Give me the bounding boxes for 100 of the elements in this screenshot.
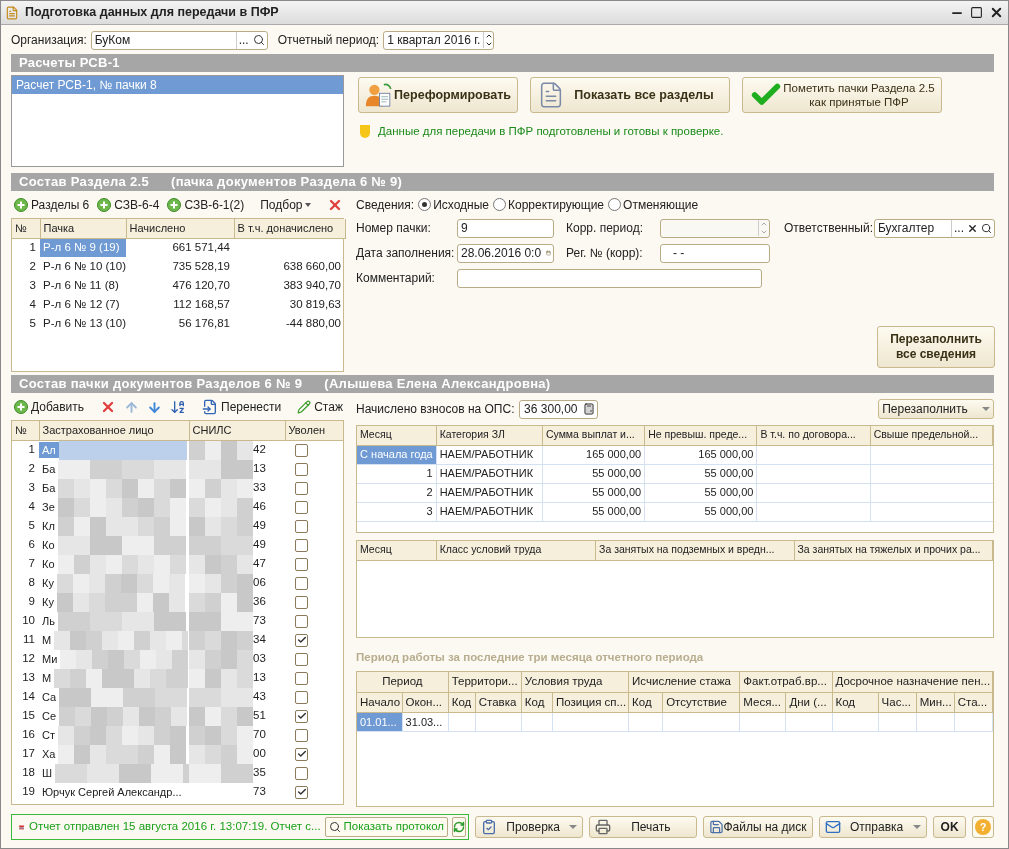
checkbox[interactable] (295, 633, 308, 647)
checkbox[interactable] (295, 557, 308, 571)
table-row[interactable]: 5 Р-л 6 № 13 (10) 56 176,81 -44 880,00 (12, 314, 345, 333)
table-row[interactable]: 7 Ко 47 (12, 554, 343, 574)
column-header[interactable]: За занятых на подземных и вредн... (595, 541, 794, 560)
spin-icon[interactable] (483, 32, 494, 48)
checkbox[interactable] (295, 538, 308, 552)
table-row[interactable]: 3 НАЕМ/РАБОТНИК 55 000,00 55 000,00 (357, 502, 993, 521)
text-field[interactable] (457, 268, 762, 288)
column-header[interactable]: Категория ЗЛ (436, 426, 543, 445)
table-row[interactable]: 3 Р-л 6 № 11 (8) 476 120,70 383 940,70 (12, 276, 345, 295)
table-row[interactable]: 3 Ба 33 (12, 478, 343, 498)
refill-all-button[interactable]: Перезаполнить все сведения (877, 326, 995, 368)
refresh-button[interactable] (452, 817, 466, 837)
checkbox[interactable] (295, 595, 308, 609)
table-row[interactable]: 10 Ль 73 (12, 611, 343, 631)
toolbar-button[interactable]: Добавить (11, 397, 88, 417)
table-row[interactable]: 2 НАЕМ/РАБОТНИК 55 000,00 55 000,00 (357, 483, 993, 502)
checkbox[interactable] (295, 747, 308, 761)
table-row[interactable]: 16 Ст 70 (12, 725, 343, 745)
action-button[interactable]: Пометить пачки Раздела 2.5 как принятые ПФР (742, 77, 942, 113)
radio-option[interactable]: Отменяющие (608, 195, 699, 214)
checkbox[interactable] (295, 728, 308, 742)
radio-button[interactable] (418, 198, 432, 211)
column-header[interactable]: № (12, 219, 40, 238)
table-row[interactable]: 17 Ха 00 (12, 744, 343, 764)
maximize-icon[interactable] (970, 6, 983, 19)
table-row[interactable]: 19 Юрчук Сергей Александр... 73 (12, 782, 343, 802)
responsible-field[interactable]: Бухгалтер ... (874, 218, 995, 238)
column-header[interactable]: В т.ч. по договора... (756, 426, 871, 445)
toolbar-button[interactable]: Перенести (199, 397, 285, 417)
column-header[interactable]: Свыше предельной... (870, 426, 993, 445)
radio-button[interactable] (493, 198, 506, 211)
text-field[interactable] (660, 218, 770, 238)
column-header[interactable]: Досрочное назначение пен... (832, 672, 993, 693)
column-header[interactable]: Месяц (357, 541, 437, 560)
column-header[interactable]: Не превыш. преде... (644, 426, 757, 445)
text-field[interactable]: 9 (457, 218, 554, 238)
ok-button[interactable]: OK (932, 816, 967, 838)
checkbox[interactable] (295, 785, 308, 799)
table-row[interactable]: 12 Ми 03 (12, 649, 343, 669)
table-row[interactable]: 1 НАЕМ/РАБОТНИК 55 000,00 55 000,00 (357, 464, 993, 483)
period-field[interactable]: 1 квартал 2016 г. (383, 30, 495, 50)
organization-field[interactable]: БуКом ... (90, 30, 268, 50)
checkbox[interactable] (295, 462, 308, 476)
action-button[interactable]: Переформировать (358, 77, 518, 113)
table-row[interactable]: 8 Ку 06 (12, 573, 343, 593)
toolbar-button[interactable]: СЗВ-6-4 (94, 195, 163, 215)
toolbar-button[interactable]: Подбор (257, 195, 315, 215)
column-header[interactable]: Сумма выплат и... (542, 426, 645, 445)
checkbox[interactable] (295, 519, 308, 533)
refill-button[interactable]: Перезаполнить (878, 399, 994, 419)
column-header[interactable]: Класс условий труда (436, 541, 596, 560)
checkbox[interactable] (295, 709, 308, 723)
toolbar-button[interactable]: СЗВ-6-1(2) (164, 195, 248, 215)
footer-button[interactable]: Файлы на диск (702, 816, 813, 838)
search-icon[interactable] (981, 222, 992, 234)
checkbox[interactable] (295, 576, 308, 590)
table-row[interactable]: 5 Кл 49 (12, 516, 343, 536)
footer-button[interactable]: Отправка (818, 816, 927, 838)
table-row[interactable]: 18 Ш 35 (12, 763, 343, 783)
checkbox[interactable] (295, 652, 308, 666)
table-row[interactable]: 1 Р-л 6 № 9 (19) 661 571,44 (12, 238, 345, 257)
footer-button[interactable]: Печать (589, 816, 697, 838)
column-header[interactable]: СНИЛС (189, 421, 285, 440)
checkbox[interactable] (295, 443, 308, 457)
toolbar-button[interactable]: Разделы 6 (11, 195, 93, 215)
table-row[interactable]: 2 Ба 13 (12, 459, 343, 479)
clear-icon[interactable] (967, 222, 978, 234)
search-icon[interactable] (252, 34, 265, 46)
table-row[interactable]: 9 Ку 36 (12, 592, 343, 612)
table-row[interactable]: 15 Се 51 (12, 706, 343, 726)
table-row[interactable]: 01.01... 31.03... (357, 712, 993, 732)
checkbox[interactable] (295, 766, 308, 780)
calendar-icon[interactable] (546, 247, 551, 259)
column-header[interactable]: Территори... (448, 672, 522, 693)
table-row[interactable]: 6 Ко 49 (12, 535, 343, 555)
column-header[interactable]: Уволен (285, 421, 343, 440)
column-header[interactable]: Условия труда (521, 672, 629, 693)
column-header[interactable]: Пачка (40, 219, 126, 238)
column-header[interactable]: Исчисление стажа (628, 672, 740, 693)
action-button[interactable]: Показать все разделы (530, 77, 730, 113)
checkbox[interactable] (295, 614, 308, 628)
checkbox[interactable] (295, 481, 308, 495)
table-row[interactable]: 13 М 13 (12, 668, 343, 688)
table-row[interactable]: 14 Са 43 (12, 687, 343, 707)
column-header[interactable]: В т.ч. доначислено (234, 219, 345, 238)
select-button[interactable]: ... (951, 219, 966, 237)
text-field[interactable]: - - (660, 243, 770, 263)
select-button[interactable]: ... (235, 31, 251, 49)
date-field[interactable]: 28.06.2016 0:0 (457, 243, 554, 263)
table-row[interactable]: 4 Зе 46 (12, 497, 343, 517)
table-row[interactable]: С начала года НАЕМ/РАБОТНИК 165 000,00 165 000,00 (357, 445, 993, 464)
toolbar-button[interactable]: Стаж (294, 397, 346, 417)
column-header[interactable]: Начало (357, 692, 403, 713)
radio-option[interactable]: Корректирующие (493, 195, 605, 214)
radio-option[interactable]: Исходные (418, 195, 489, 214)
column-header[interactable]: Факт.отраб.вр... (739, 672, 832, 693)
column-header[interactable]: Начислено (126, 219, 234, 238)
ops-field[interactable]: 36 300,00 (518, 399, 598, 419)
